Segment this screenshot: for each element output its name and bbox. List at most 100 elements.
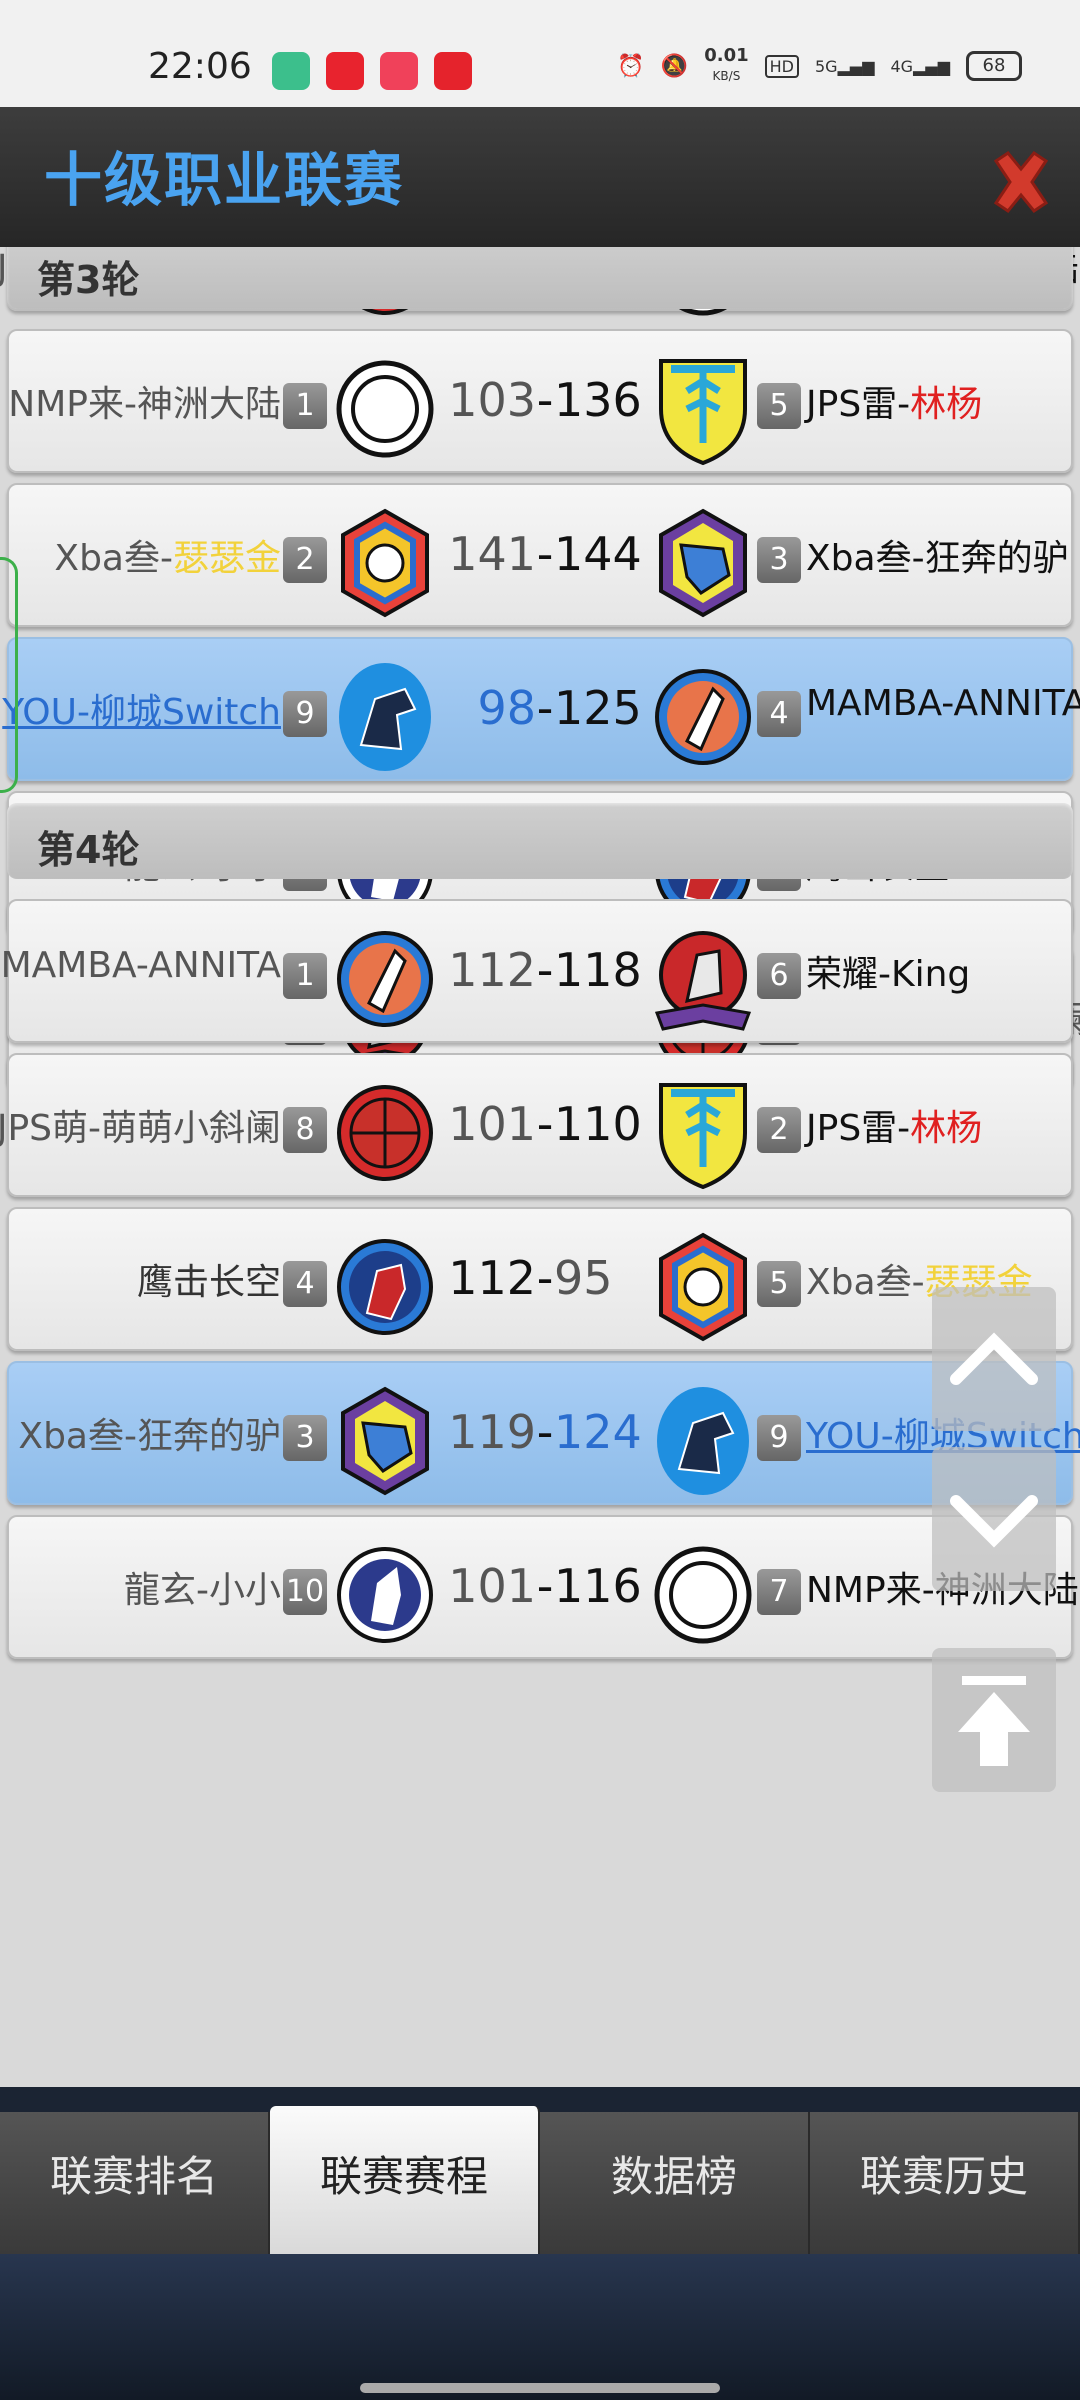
home-seed: 10 xyxy=(283,1569,327,1615)
tab-league-ranking[interactable]: 联赛排名 xyxy=(0,2112,270,2254)
status-right: ⏰ 🔕 0.01 KB/S HD 5G▂▄▆ 4G▂▄▆ 68 xyxy=(617,46,1022,86)
home-team-name: JPS萌-萌萌小斜阑 xyxy=(0,1108,281,1149)
tab-league-schedule[interactable]: 联赛赛程 xyxy=(270,2106,540,2254)
home-team-name: 龍玄-小小 xyxy=(124,1570,281,1611)
home-seed: 1 xyxy=(283,383,327,429)
away-score: 144 xyxy=(554,527,642,581)
tab-league-history[interactable]: 联赛历史 xyxy=(810,2112,1080,2254)
match-row[interactable]: 鹰击长空 4 112-95 5 Xba叁-瑟瑟金 xyxy=(7,1207,1073,1351)
rocket-logo-icon xyxy=(655,669,751,765)
home-team-name: NMP来-神洲大陆 xyxy=(8,384,281,425)
score: 119-124 xyxy=(447,1405,647,1459)
away-seed: 5 xyxy=(757,1261,801,1307)
away-team-name: JPS雷-林杨 xyxy=(806,1108,983,1149)
tab-stats[interactable]: 数据榜 xyxy=(540,2112,810,2254)
alarm-icon: ⏰ xyxy=(617,53,645,79)
away-score: 116 xyxy=(554,1559,642,1613)
hd-icon: HD xyxy=(764,54,799,78)
home-seed: 1 xyxy=(283,953,327,999)
home-team-name: 鹰击长空 xyxy=(136,1262,281,1303)
away-team-name: JPS雷-林杨 xyxy=(806,384,983,425)
home-team-name: Xba叁-狂奔的驴 xyxy=(18,1416,281,1457)
home-score: 112 xyxy=(448,943,536,997)
away-seed: 4 xyxy=(757,691,801,737)
hex-dragon-logo-icon xyxy=(341,1386,429,1496)
scroll-down-button[interactable] xyxy=(932,1447,1056,1591)
unicorn-logo-icon xyxy=(337,1547,433,1643)
away-team-name: Xba叁-狂奔的驴 xyxy=(806,538,1069,579)
match-row[interactable]: MAMBA-ANNITA 1 112-118 6 荣耀-King xyxy=(1,899,1073,1043)
home-score: 112 xyxy=(448,1251,536,1305)
away-team-name: MAMBA-ANNITA xyxy=(806,683,1080,724)
book-app-icon xyxy=(272,52,310,90)
round-label: 第4轮 xyxy=(37,828,140,872)
home-seed: 3 xyxy=(283,1415,327,1461)
away-seed: 7 xyxy=(757,1569,801,1615)
score: 112-118 xyxy=(447,943,647,997)
ring-logo-icon xyxy=(336,360,434,458)
away-seed: 2 xyxy=(757,1107,801,1153)
close-icon[interactable] xyxy=(986,147,1056,217)
match-row[interactable]: 龍玄-小小10101-1167NMP来-神洲大陆 xyxy=(7,1515,1079,1659)
away-score: 110 xyxy=(554,1097,642,1151)
status-bar: 22:06 ⏰ 🔕 0.01 KB/S HD 5G▂▄▆ 4G▂▄▆ 68 xyxy=(0,0,1080,107)
home-score: 141 xyxy=(448,527,536,581)
home-seed: 8 xyxy=(283,1107,327,1153)
notification-icons xyxy=(272,52,472,90)
match-row[interactable]: Xba叁-瑟瑟金 2 141-144 3 Xba叁-狂奔的驴 xyxy=(7,483,1073,627)
chevron-down-icon xyxy=(950,1495,1038,1548)
score: 112-95 xyxy=(447,1251,647,1305)
status-time: 22:06 xyxy=(148,46,252,87)
home-team-name: Xba叁-瑟瑟金 xyxy=(54,538,281,579)
home-score: 119 xyxy=(448,1405,536,1459)
background-menu xyxy=(0,2254,1080,2400)
match-row[interactable]: YOU-柳城Switch 9 98-125 4 MAMBA-ANNITA xyxy=(2,637,1080,781)
signal-5g-icon: 5G▂▄▆ xyxy=(815,56,875,76)
round-label: 第3轮 xyxy=(37,258,140,302)
match-row[interactable]: JPS萌-萌萌小斜阑 8 101-110 2 JPS雷-林杨 xyxy=(0,1053,1073,1197)
ring-logo-icon xyxy=(654,1546,752,1644)
score: 141-144 xyxy=(447,527,647,581)
schedule-list[interactable]: JPS萌-萌萌小斜阑 5 100-131 3 NMP来-神洲大陆 第3轮NMP来… xyxy=(0,247,1080,2087)
shield-logo-icon xyxy=(659,1083,747,1190)
home-score: 101 xyxy=(448,1559,536,1613)
video-app-icon xyxy=(326,52,364,90)
hex-gold-logo-icon xyxy=(659,1232,747,1342)
edge-handle[interactable] xyxy=(0,557,18,793)
scroll-top-button[interactable] xyxy=(932,1648,1056,1792)
signal-4g-icon: 4G▂▄▆ xyxy=(890,56,951,76)
away-seed: 6 xyxy=(757,953,801,999)
ball-logo-icon xyxy=(337,1085,433,1181)
away-score: 136 xyxy=(554,373,642,427)
round-header: 第3轮 xyxy=(7,247,1073,309)
scroll-up-button[interactable] xyxy=(932,1287,1056,1431)
chevron-up-icon xyxy=(950,1332,1038,1385)
hex-dragon-logo-icon xyxy=(659,508,747,618)
warrior-logo-icon xyxy=(654,931,752,1031)
home-score: 98 xyxy=(477,681,536,735)
away-score: 118 xyxy=(554,943,642,997)
home-indicator[interactable] xyxy=(360,2383,720,2393)
round-header: 第4轮 xyxy=(7,803,1073,879)
away-score: 124 xyxy=(554,1405,642,1459)
away-seed: 3 xyxy=(757,537,801,583)
bottom-tabs: 联赛排名 联赛赛程 数据榜 联赛历史 xyxy=(0,2106,1080,2254)
home-team-name[interactable]: YOU-柳城Switch xyxy=(2,683,281,735)
away-seed: 5 xyxy=(757,383,801,429)
score: 103-136 xyxy=(447,373,647,427)
match-row[interactable]: NMP来-神洲大陆 1 103-136 5 JPS雷-林杨 xyxy=(7,329,1073,473)
home-team-name: MAMBA-ANNITA xyxy=(0,945,281,986)
music-app-icon xyxy=(434,52,472,90)
home-score: 101 xyxy=(448,1097,536,1151)
score: 101-110 xyxy=(447,1097,647,1151)
battery-icon: 68 xyxy=(966,51,1022,81)
hex-gold-logo-icon xyxy=(341,508,429,618)
shield-logo-icon xyxy=(659,359,747,466)
net-speed: 0.01 KB/S xyxy=(704,45,749,84)
away-team-name: 荣耀-King xyxy=(806,954,971,995)
to-top-icon xyxy=(958,1676,1030,1766)
match-row[interactable]: Xba叁-狂奔的驴 3 119-124 9 YOU-柳城Switch xyxy=(7,1361,1080,1505)
eagle-blue-logo-icon xyxy=(657,1387,749,1495)
away-score: 95 xyxy=(554,1251,613,1305)
eagle-blue-logo-icon xyxy=(339,663,431,771)
